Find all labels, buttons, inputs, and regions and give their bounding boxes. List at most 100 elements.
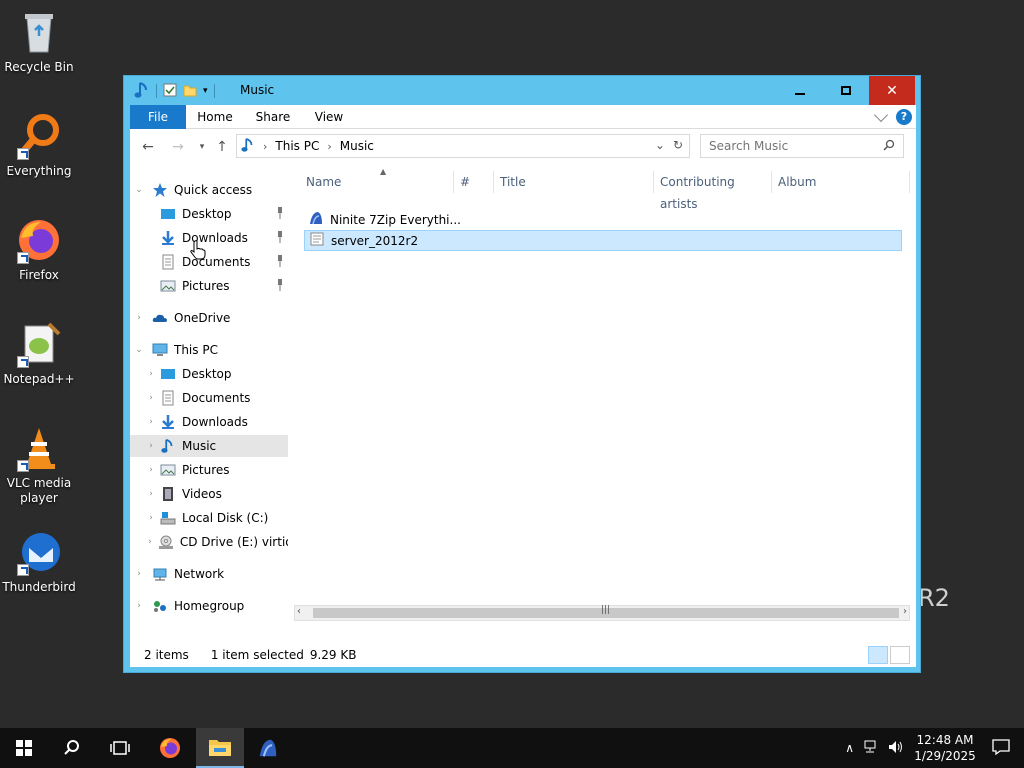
star-icon — [152, 182, 168, 198]
tab-home[interactable]: Home — [192, 105, 238, 129]
collapsed-chevron-icon[interactable]: › — [134, 601, 144, 611]
taskbar-ninite[interactable] — [244, 728, 292, 768]
help-icon[interactable]: ? — [896, 109, 912, 125]
clock[interactable]: 12:48 AM 1/29/2025 — [910, 732, 980, 764]
windows-logo-icon — [16, 740, 32, 756]
desktop-icon-notepad-plus-plus[interactable]: Notepad++ — [0, 320, 78, 387]
nav-qa-pictures[interactable]: Pictures — [130, 275, 288, 297]
large-icons-view-icon[interactable] — [890, 646, 910, 664]
file-row[interactable]: Ninite 7Zip Everythi... — [304, 209, 902, 230]
nav-pc-documents[interactable]: › Documents — [130, 387, 288, 409]
collapsed-chevron-icon[interactable]: › — [146, 417, 156, 427]
nav-qa-documents[interactable]: Documents — [130, 251, 288, 273]
tab-share[interactable]: Share — [248, 105, 298, 129]
desktop-icon-everything[interactable]: Everything — [0, 112, 78, 179]
column-header-contributing-artists[interactable]: Contributing artists — [654, 171, 772, 211]
breadcrumb-chevron-icon[interactable]: › — [327, 140, 331, 153]
expand-ribbon-icon[interactable] — [873, 107, 889, 123]
details-view-icon[interactable] — [868, 646, 888, 664]
nav-pc-cd-drive[interactable]: › CD Drive (E:) virtio-win — [130, 531, 288, 553]
column-header-title[interactable]: Title — [494, 171, 654, 193]
horizontal-scrollbar[interactable]: ‹ ||| › — [294, 605, 910, 621]
nav-quick-access[interactable]: ⌄ Quick access — [130, 179, 288, 201]
nav-label: OneDrive — [174, 311, 231, 325]
status-bar: 2 items 1 item selected 9.29 KB — [130, 642, 916, 667]
search-icon[interactable] — [883, 139, 895, 151]
desktop-icon-vlc[interactable]: VLC media player — [0, 424, 78, 506]
nav-pc-videos[interactable]: › Videos — [130, 483, 288, 505]
file-row[interactable]: server_2012r2 — [304, 230, 902, 251]
task-view-button[interactable] — [96, 728, 144, 768]
breadcrumb-this-pc[interactable]: This PC — [275, 139, 319, 153]
collapsed-chevron-icon[interactable]: › — [146, 369, 156, 379]
title-bar[interactable]: ▾ Music ✕ — [124, 76, 920, 105]
back-arrow-icon[interactable]: ← — [138, 137, 158, 157]
nav-label: Quick access — [174, 183, 253, 197]
breadcrumb-music[interactable]: Music — [340, 139, 374, 153]
music-note-icon — [134, 81, 150, 102]
desktop-icon-thunderbird[interactable]: Thunderbird — [0, 528, 78, 595]
refresh-icon[interactable]: ↻ — [673, 138, 683, 152]
address-bar[interactable]: › This PC › Music ⌄ ↻ — [236, 134, 690, 158]
collapsed-chevron-icon[interactable]: › — [146, 393, 156, 403]
close-button[interactable]: ✕ — [869, 76, 915, 105]
minimize-button[interactable] — [777, 76, 823, 105]
column-header-number[interactable]: # — [454, 171, 494, 193]
recent-locations-chevron-icon[interactable]: ▾ — [192, 137, 212, 157]
breadcrumb-chevron-icon[interactable]: › — [263, 140, 267, 153]
pin-icon[interactable] — [276, 231, 284, 243]
nav-qa-desktop[interactable]: Desktop — [130, 203, 288, 225]
pin-icon[interactable] — [276, 207, 284, 219]
expanded-chevron-icon[interactable]: ⌄ — [134, 345, 144, 355]
desktop-icon-recycle-bin[interactable]: Recycle Bin — [0, 8, 78, 75]
pin-icon[interactable] — [276, 279, 284, 291]
explorer-content: ← → ▾ ↑ › This PC › Music ⌄ ↻ Search Mus… — [130, 129, 916, 667]
maximize-button[interactable] — [823, 76, 869, 105]
start-button[interactable] — [0, 728, 48, 768]
taskbar-firefox[interactable] — [146, 728, 194, 768]
nav-onedrive[interactable]: › OneDrive — [130, 307, 288, 329]
scrollbar-thumb[interactable]: ||| — [313, 605, 899, 618]
nav-pc-downloads[interactable]: › Downloads — [130, 411, 288, 433]
desktop-icon-firefox[interactable]: Firefox — [0, 216, 78, 283]
scroll-left-icon[interactable]: ‹ — [297, 606, 301, 617]
nav-pc-music[interactable]: › Music — [130, 435, 288, 457]
nav-pc-desktop[interactable]: › Desktop — [130, 363, 288, 385]
search-input[interactable] — [701, 135, 871, 157]
customize-toolbar-icon[interactable]: ▾ — [203, 86, 208, 96]
action-center-icon[interactable] — [992, 738, 1010, 758]
search-button[interactable] — [48, 728, 96, 768]
collapsed-chevron-icon[interactable]: › — [146, 489, 156, 499]
system-tray: ∧ 12:48 AM 1/29/2025 — [845, 728, 1024, 768]
tab-file[interactable]: File — [130, 105, 186, 129]
nav-pc-pictures[interactable]: › Pictures — [130, 459, 288, 481]
nav-this-pc[interactable]: ⌄ This PC — [130, 339, 288, 361]
up-arrow-icon[interactable]: ↑ — [212, 137, 232, 157]
new-folder-icon[interactable] — [183, 83, 197, 100]
volume-icon[interactable] — [888, 740, 904, 757]
nav-homegroup[interactable]: › Homegroup — [130, 595, 288, 617]
collapsed-chevron-icon[interactable]: › — [146, 441, 156, 451]
nav-qa-downloads[interactable]: Downloads — [130, 227, 288, 249]
tab-view[interactable]: View — [306, 105, 352, 129]
properties-icon[interactable] — [163, 83, 177, 100]
nav-pc-local-disk[interactable]: › Local Disk (C:) — [130, 507, 288, 529]
network-status-icon[interactable] — [864, 740, 880, 757]
nav-network[interactable]: › Network — [130, 563, 288, 585]
taskbar-file-explorer[interactable] — [196, 728, 244, 768]
address-dropdown-icon[interactable]: ⌄ — [655, 138, 665, 152]
show-hidden-icons-chevron-icon[interactable]: ∧ — [845, 741, 854, 755]
collapsed-chevron-icon[interactable]: › — [146, 465, 156, 475]
column-header-name[interactable]: Name ▲ — [300, 167, 454, 193]
collapsed-chevron-icon[interactable]: › — [146, 513, 156, 523]
column-header-album[interactable]: Album — [772, 171, 910, 193]
desktop-watermark: R2 — [918, 584, 950, 612]
scroll-right-icon[interactable]: › — [903, 606, 907, 617]
search-box[interactable] — [700, 134, 904, 158]
pin-icon[interactable] — [276, 255, 284, 267]
collapsed-chevron-icon[interactable]: › — [146, 537, 154, 547]
forward-arrow-icon[interactable]: → — [168, 137, 188, 157]
collapsed-chevron-icon[interactable]: › — [134, 313, 144, 323]
collapsed-chevron-icon[interactable]: › — [134, 569, 144, 579]
expanded-chevron-icon[interactable]: ⌄ — [134, 185, 144, 195]
